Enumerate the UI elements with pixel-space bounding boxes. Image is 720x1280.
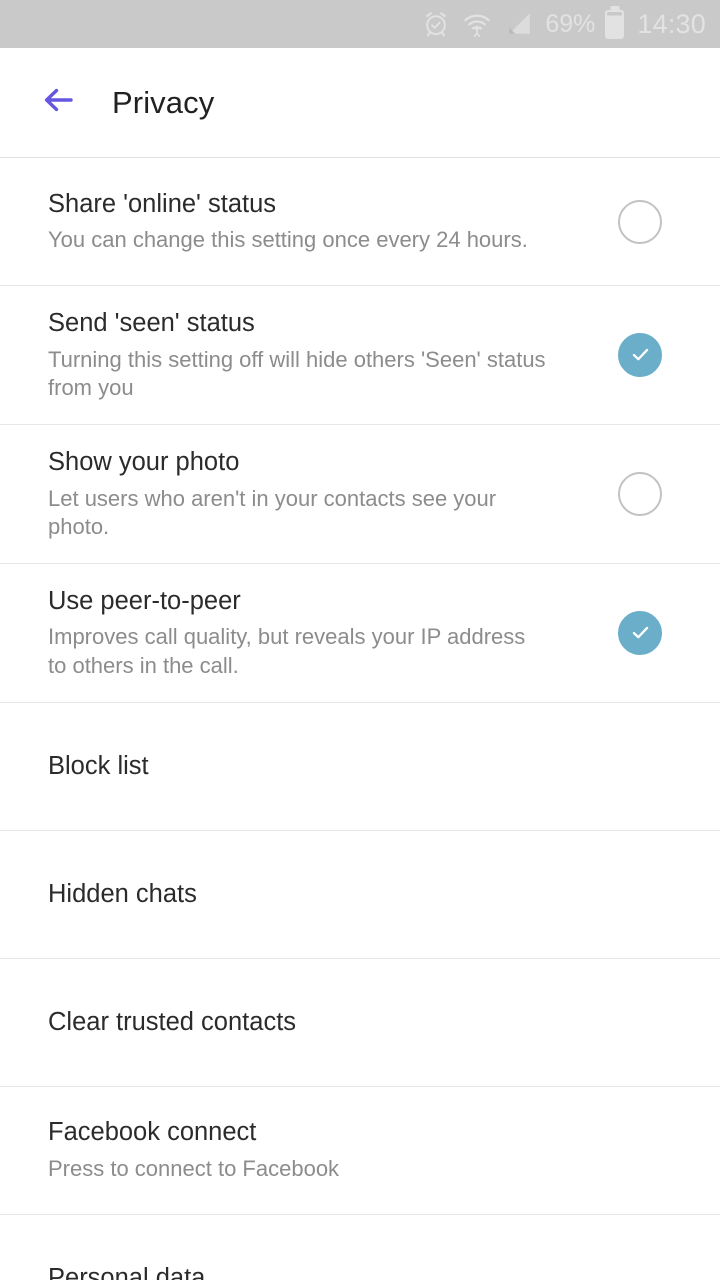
settings-row-texts: Facebook connect Press to connect to Face… <box>48 1117 690 1183</box>
settings-row-share-online-status[interactable]: Share 'online' status You can change this… <box>0 158 720 286</box>
settings-row-subtitle: Let users who aren't in your contacts se… <box>48 485 497 539</box>
settings-row-title: Send 'seen' status <box>48 309 255 337</box>
settings-row-texts: Send 'seen' status Turning this setting o… <box>48 308 618 402</box>
settings-row-subtitle: Improves call quality, but reveals your … <box>48 624 526 678</box>
app-bar: Privacy <box>0 48 720 158</box>
clock-label: 14:30 <box>637 8 706 39</box>
wifi-icon <box>463 11 491 37</box>
back-arrow-icon <box>40 84 76 121</box>
settings-row-title: Personal data <box>48 1263 206 1280</box>
checkbox-checked-icon[interactable] <box>618 610 662 655</box>
settings-row-title: Clear trusted contacts <box>48 1007 297 1036</box>
settings-row-title: Block list <box>48 751 149 780</box>
settings-row-title: Hidden chats <box>48 879 197 908</box>
settings-row-title: Share 'online' status <box>48 189 277 218</box>
settings-row-texts: Hidden chats <box>48 879 690 910</box>
settings-row-block-list[interactable]: Block list <box>0 702 720 831</box>
settings-row-title: Show your photo <box>48 447 240 476</box>
back-button[interactable] <box>34 79 82 127</box>
battery-icon <box>605 9 625 39</box>
checkbox-checked-icon[interactable] <box>618 332 662 377</box>
settings-row-facebook-connect[interactable]: Facebook connect Press to connect to Face… <box>0 1086 720 1215</box>
settings-row-hidden-chats[interactable]: Hidden chats <box>0 830 720 959</box>
settings-row-texts: Block list <box>48 751 690 782</box>
cellular-signal-icon <box>504 11 532 37</box>
battery-percent-label: 69% <box>545 9 596 38</box>
settings-row-texts: Use peer-to-peer Improves call quality, b… <box>48 586 618 680</box>
alarm-clock-icon <box>422 10 450 38</box>
settings-row-subtitle: Press to connect to Facebook <box>48 1155 340 1181</box>
settings-row-clear-trusted-contacts[interactable]: Clear trusted contacts <box>0 958 720 1087</box>
settings-row-title: Use peer-to-peer <box>48 586 241 615</box>
settings-row-use-peer-to-peer[interactable]: Use peer-to-peer Improves call quality, b… <box>0 563 720 703</box>
checkbox-unchecked-icon[interactable] <box>618 471 662 516</box>
settings-row-texts: Share 'online' status You can change this… <box>48 189 618 255</box>
page-title: Privacy <box>112 84 215 120</box>
settings-row-subtitle: You can change this setting once every 2… <box>48 227 528 253</box>
settings-row-send-seen-status[interactable]: Send 'seen' status Turning this setting o… <box>0 286 720 425</box>
status-bar: 69% 14:30 <box>0 0 720 48</box>
settings-row-title: Facebook connect <box>48 1118 257 1147</box>
settings-row-texts: Clear trusted contacts <box>48 1007 690 1038</box>
settings-row-texts: Personal data <box>48 1263 690 1280</box>
settings-list: Share 'online' status You can change this… <box>0 158 720 1280</box>
settings-row-texts: Show your photo Let users who aren't in y… <box>48 447 618 541</box>
settings-row-subtitle: Turning this setting off will hide other… <box>48 346 546 400</box>
settings-row-show-your-photo[interactable]: Show your photo Let users who aren't in y… <box>0 424 720 564</box>
settings-row-personal-data[interactable]: Personal data <box>0 1214 720 1280</box>
checkbox-unchecked-icon[interactable] <box>618 199 662 244</box>
